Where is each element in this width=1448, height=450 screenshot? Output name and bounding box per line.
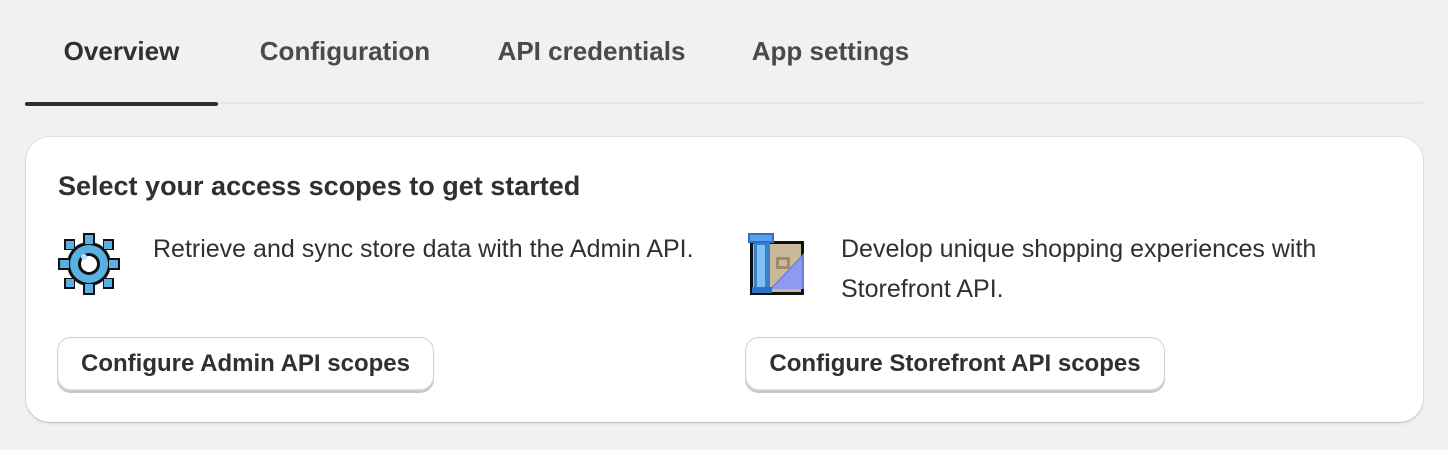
tab-app-settings[interactable]: App settings bbox=[726, 0, 935, 104]
admin-api-description: Retrieve and sync store data with the Ad… bbox=[153, 235, 694, 263]
access-scopes-card: Select your access scopes to get started bbox=[26, 137, 1423, 422]
storefront-api-description: Develop unique shopping experiences with… bbox=[841, 235, 1317, 303]
tab-api-credentials[interactable]: API credentials bbox=[472, 0, 711, 104]
configure-storefront-api-scopes-button[interactable]: Configure Storefront API scopes bbox=[745, 337, 1165, 391]
gear-icon bbox=[58, 233, 120, 295]
card-title: Select your access scopes to get started bbox=[58, 171, 581, 201]
configure-admin-api-scopes-button[interactable]: Configure Admin API scopes bbox=[57, 337, 434, 391]
tab-configuration[interactable]: Configuration bbox=[233, 0, 457, 104]
storefront-scroll-icon bbox=[748, 233, 804, 295]
tab-overview[interactable]: Overview bbox=[25, 0, 218, 106]
